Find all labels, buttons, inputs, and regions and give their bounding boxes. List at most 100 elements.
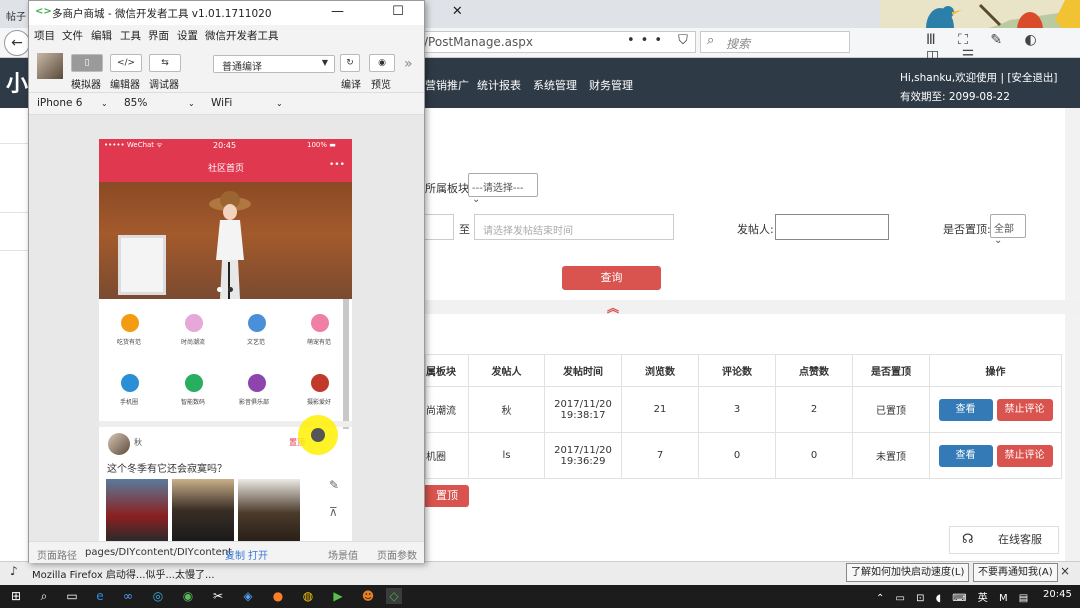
firefox-icon[interactable]: ● [270,588,286,604]
query-button[interactable]: 查询 [562,266,661,290]
menu-devtools[interactable]: 微信开发者工具 [205,28,279,43]
eye-icon[interactable]: ◉ [369,54,395,72]
category-label[interactable]: 文艺范 [247,337,265,346]
network-select[interactable]: WiFi [211,97,232,109]
category-digital-icon[interactable] [185,374,203,392]
board-select[interactable]: ---请选择--- ⌄ [468,173,538,205]
end-time-input[interactable]: 请选择发帖结束时间 [474,214,674,240]
task-view-icon[interactable]: ▭ [64,588,80,604]
carousel-dot-active[interactable] [228,287,233,292]
edge-icon[interactable]: e [92,588,108,604]
browser-tab-label[interactable]: 帖子 [6,8,26,23]
ban-comment-button[interactable]: 禁止评论 [996,398,1053,421]
wechat-icon[interactable]: ◉ [180,588,196,604]
nav-item-marketing[interactable]: 营销推广 [425,77,469,93]
start-time-input[interactable] [425,214,454,240]
menu-file[interactable]: 文件 [62,28,83,43]
search-box[interactable] [700,31,850,53]
phone-scrollbar[interactable] [343,299,349,429]
page-scrollbar[interactable] [1065,108,1080,561]
close-icon[interactable]: × [1060,564,1070,578]
menu-project[interactable]: 项目 [34,28,55,43]
editor-label[interactable]: 编辑器 [110,76,140,91]
post-text[interactable]: 这个冬季有它还会寂寞吗？ [107,460,227,475]
category-label[interactable]: 萌宠有范 [307,337,331,346]
pinned-select[interactable]: 全部⌄ [990,214,1026,246]
menu-settings[interactable]: 设置 [177,28,198,43]
chevron-down-icon[interactable]: ⌄ [101,99,108,108]
window-controls[interactable]: — ☐ ✕ [331,4,485,19]
view-button[interactable]: 查看 [938,444,993,467]
refresh-icon[interactable]: ↻ [340,54,360,72]
avatar[interactable] [37,53,63,79]
compile-label[interactable]: 编译 [341,76,361,91]
chrome-icon[interactable]: ◍ [300,588,316,604]
category-phone-icon[interactable] [121,374,139,392]
nav-item-reports[interactable]: 统计报表 [477,77,521,93]
simulator-label[interactable]: 模拟器 [71,76,101,91]
ban-comment-button[interactable]: 禁止评论 [996,444,1053,467]
category-label[interactable]: 吃货有范 [117,337,141,346]
editor-icon[interactable]: </> [110,54,142,72]
category-label[interactable]: 智能数码 [181,397,205,406]
post-image[interactable] [106,479,168,541]
app-icon[interactable]: ◈ [240,588,256,604]
wechat-devtools-icon[interactable]: ◇ [386,588,402,604]
more-icon[interactable]: » [404,56,413,72]
nav-item-finance[interactable]: 财务管理 [589,77,633,93]
debugger-icon[interactable]: ⇆ [149,54,181,72]
back-to-top-icon[interactable]: ⊼ [329,505,338,519]
category-label[interactable]: 影音俱乐部 [239,397,269,406]
post-image[interactable] [172,479,234,541]
user-greeting[interactable]: Hi,shanku,欢迎使用 | [安全退出] [900,70,1058,85]
page-params[interactable]: 页面参数 [377,547,417,562]
menu-tools[interactable]: 工具 [120,28,141,43]
category-photo-icon[interactable] [311,374,329,392]
clock[interactable]: 20:45 [1043,589,1072,600]
simulator-icon[interactable]: ▯ [71,54,103,72]
app-icon[interactable]: ∞ [120,588,136,604]
chevron-down-icon[interactable]: ⌄ [188,99,195,108]
poster-input[interactable] [775,214,889,240]
category-label[interactable]: 摄影爱好 [307,397,331,406]
preview-label[interactable]: 预览 [371,76,391,91]
windows-start-icon[interactable]: ⊞ [8,588,24,604]
avatar-app-icon[interactable]: ☻ [360,588,376,604]
chevron-up-icon[interactable]: ︽ [607,299,619,316]
qq-browser-icon[interactable]: ◎ [150,588,166,604]
tool-icon[interactable]: ✂ [210,588,226,604]
speed-up-button[interactable]: 了解如何加快启动速度(L) [846,563,970,582]
more-dots-icon[interactable]: ••• [329,160,345,170]
open-link[interactable]: 打开 [248,547,268,562]
post-image[interactable] [238,479,300,541]
category-art-icon[interactable] [248,314,266,332]
scene-value[interactable]: 场景值 [328,547,358,562]
category-label[interactable]: 手机圈 [120,397,138,406]
post-avatar[interactable] [108,433,130,455]
pin-button[interactable]: 置顶 [425,485,469,507]
device-select[interactable]: iPhone 6 [37,97,82,109]
back-arrow-icon[interactable]: ← [4,30,30,56]
carousel-dot[interactable] [217,287,222,292]
nav-item-system[interactable]: 系统管理 [533,77,577,93]
compile-mode-select[interactable]: 普通编译 ▼ [213,55,335,73]
collapse-bar[interactable] [425,300,1080,314]
view-button[interactable]: 查看 [938,398,993,421]
category-media-icon[interactable] [248,374,266,392]
search-icon[interactable]: ⌕ [36,588,52,604]
system-tray[interactable]: ⌃ ▭ ⊡ ◖ ⌨ 英 M ▤ [876,589,1032,604]
copy-link[interactable]: 复制 [225,547,245,562]
category-label[interactable]: 时尚潮流 [181,337,205,346]
chevron-down-icon[interactable]: ⌄ [276,99,283,108]
zoom-select[interactable]: 85% [124,97,147,109]
menu-edit[interactable]: 编辑 [91,28,112,43]
media-icon[interactable]: ▶ [330,588,346,604]
edit-icon[interactable]: ✎ [329,478,339,492]
menu-view[interactable]: 界面 [148,28,169,43]
debugger-label[interactable]: 调试器 [149,76,179,91]
post-user[interactable]: 秋 [134,437,142,448]
category-food-icon[interactable] [121,314,139,332]
online-service-button[interactable]: ☊ 在线客服 [949,526,1059,554]
category-pet-icon[interactable] [311,314,329,332]
dismiss-button[interactable]: 不要再通知我(A) [973,563,1058,582]
